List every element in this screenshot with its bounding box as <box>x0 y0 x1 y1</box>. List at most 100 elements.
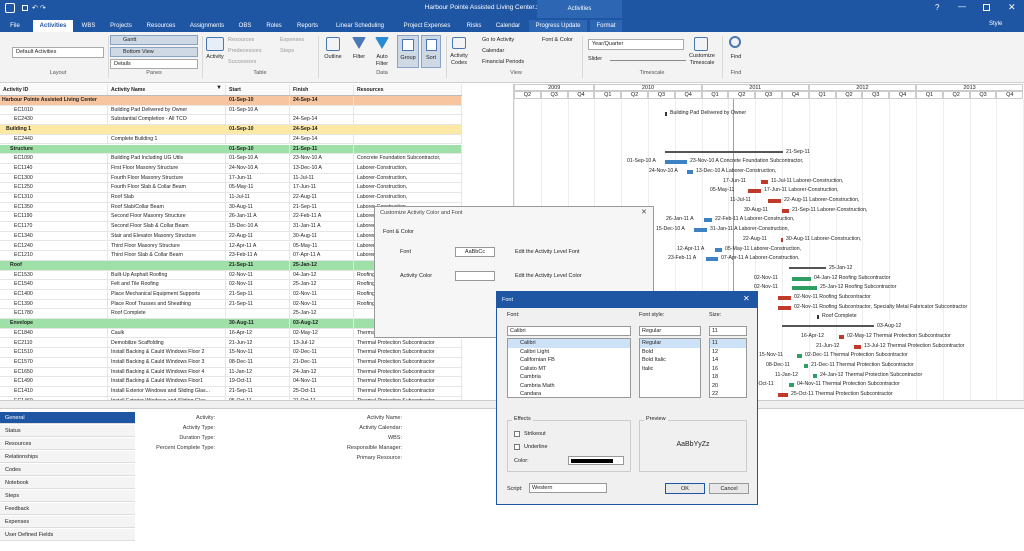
undo-icon[interactable]: ↶ <box>32 4 38 12</box>
bottom-nav-steps[interactable]: Steps <box>0 490 135 502</box>
customize-timescale-button[interactable]: Customize Timescale <box>688 53 716 67</box>
expenses-button[interactable]: Expenses <box>280 37 304 43</box>
style-menu[interactable]: Style <box>989 21 1002 27</box>
auto-filter-button[interactable]: Auto Filter <box>370 54 394 68</box>
menu-tab[interactable]: Assignments <box>184 20 230 32</box>
activity-codes-button[interactable]: Activity Codes <box>448 53 470 67</box>
layout-select[interactable]: Default Activities <box>12 47 104 58</box>
menu-tab[interactable]: Reports <box>291 20 324 32</box>
strikeout-checkbox[interactable] <box>514 431 520 437</box>
resources-button[interactable]: Resources <box>228 37 254 43</box>
gantt-bar[interactable] <box>687 169 693 174</box>
gantt-bar[interactable] <box>778 393 788 397</box>
font-sample-button[interactable]: AaBbCc <box>455 247 495 257</box>
group-toggle[interactable]: Group <box>397 35 419 68</box>
gantt-bar[interactable] <box>706 257 718 262</box>
sort-arrow-icon[interactable]: ▼ <box>216 84 222 94</box>
activity-table-icon[interactable] <box>206 37 224 51</box>
steps-button[interactable]: Steps <box>280 48 294 54</box>
font-size-input[interactable]: 11 <box>709 326 747 336</box>
gantt-bar[interactable] <box>789 266 826 269</box>
size-option[interactable]: 14 <box>710 356 746 365</box>
bottom-nav-status[interactable]: Status <box>0 425 135 437</box>
details-select[interactable]: Details <box>110 59 198 69</box>
table-row[interactable]: EC1510 Install Backing & Cauld Windows Fl… <box>0 348 462 358</box>
timescale-slider[interactable] <box>610 60 686 61</box>
bottom-nav-feedback[interactable]: Feedback <box>0 503 135 515</box>
font-size-list[interactable]: 11 12 14 16 18 20 22 <box>709 338 747 398</box>
bottom-view-toggle[interactable]: Bottom View <box>110 47 198 57</box>
bottom-nav-user-defined-fields[interactable]: User Defined Fields <box>0 529 135 541</box>
activity-button[interactable]: Activity <box>202 54 228 60</box>
menu-tab[interactable]: Activities <box>33 20 73 32</box>
minimize-icon[interactable]: — <box>958 2 966 11</box>
table-row[interactable]: EC1650 Install Backing & Cauld Windows Fl… <box>0 367 462 378</box>
gantt-bar[interactable] <box>792 276 811 281</box>
gantt-bar[interactable] <box>694 228 707 233</box>
bottom-nav-general[interactable]: General <box>0 412 135 424</box>
save-icon[interactable] <box>22 5 28 11</box>
bottom-nav-relationships[interactable]: Relationships <box>0 451 135 463</box>
gantt-bar[interactable] <box>768 199 781 203</box>
redo-icon[interactable]: ↷ <box>40 4 46 12</box>
outline-button[interactable]: Outline <box>320 54 346 60</box>
find-button[interactable]: Find <box>724 54 748 60</box>
milestone[interactable] <box>817 315 819 320</box>
menu-tab[interactable]: WBS <box>76 20 101 32</box>
bottom-nav-resources[interactable]: Resources <box>0 438 135 450</box>
restore-icon[interactable] <box>983 4 990 11</box>
filter-button[interactable]: Filter <box>348 54 370 60</box>
gantt-bar[interactable] <box>797 354 802 359</box>
menu-tab[interactable]: Resources <box>141 20 181 32</box>
style-option[interactable]: Regular <box>640 339 700 348</box>
bottom-nav-expenses[interactable]: Expenses <box>0 516 135 528</box>
font-option[interactable]: Cambria Math <box>508 382 630 391</box>
font-option[interactable]: Calisto MT <box>508 365 630 374</box>
menu-tab[interactable]: Format <box>590 20 622 32</box>
font-option[interactable]: Calibri Light <box>508 348 630 357</box>
table-row[interactable]: EC1490 Install Backing & Cauld Windows Fl… <box>0 377 462 387</box>
customize-color-close-icon[interactable]: ✕ <box>641 208 647 216</box>
font-dialog-close-icon[interactable]: ✕ <box>743 294 750 303</box>
menu-tab[interactable]: OBS <box>233 20 257 32</box>
financial-periods-button[interactable]: Financial Periods <box>482 59 524 65</box>
table-row[interactable]: EC2440 Complete Building 1 24-Sep-14 <box>0 134 462 145</box>
help-icon[interactable]: ? <box>935 3 939 12</box>
go-to-activity-button[interactable]: Go to Activity <box>482 37 514 43</box>
wbs-row[interactable]: Structure 01-Sep-10 21-Sep-11 <box>0 144 462 155</box>
find-icon[interactable] <box>729 36 741 48</box>
gantt-bar[interactable] <box>715 247 722 252</box>
table-row[interactable]: EC1090 Building Pad Including UG Utils 01-… <box>0 154 462 164</box>
close-icon[interactable]: ✕ <box>1008 2 1016 13</box>
gantt-bar[interactable] <box>804 363 808 368</box>
bottom-nav-codes[interactable]: Codes <box>0 464 135 476</box>
wbs-row[interactable]: Building 1 01-Sep-10 24-Sep-14 <box>0 125 462 135</box>
table-row[interactable]: EC2110 Demobilize Scaffolding 21-Jun-12 13-… <box>0 338 462 349</box>
color-select[interactable] <box>568 456 624 465</box>
outline-icon[interactable] <box>326 37 340 51</box>
successors-button[interactable]: Successors <box>228 59 256 65</box>
table-row[interactable]: EC1410 Install Exterior Windows and Slidi… <box>0 387 462 397</box>
sort-toggle[interactable]: Sort <box>421 35 441 68</box>
menu-tab[interactable]: Roles <box>260 20 288 32</box>
table-row[interactable]: EC1570 Install Backing & Cauld Windows Fl… <box>0 357 462 368</box>
font-option[interactable]: Cambria <box>508 373 630 382</box>
size-option[interactable]: 22 <box>710 390 746 397</box>
font-name-input[interactable]: Calibri <box>507 326 631 336</box>
bottom-nav-notebook[interactable]: Notebook <box>0 477 135 489</box>
style-option[interactable]: Bold <box>640 348 700 357</box>
gantt-bar[interactable] <box>839 334 844 339</box>
gantt-bar[interactable] <box>792 286 817 291</box>
size-option[interactable]: 12 <box>710 348 746 357</box>
wbs-row[interactable]: Harbour Pointe Assisted Living Center 01-… <box>0 96 462 106</box>
font-style-input[interactable]: Regular <box>639 326 701 336</box>
activity-codes-icon[interactable] <box>452 37 466 49</box>
font-style-list[interactable]: Regular Bold Bold Italic Italic <box>639 338 701 398</box>
predecessors-button[interactable]: Predecessors <box>228 48 262 54</box>
style-option[interactable]: Bold Italic <box>640 356 700 365</box>
column-header[interactable]: Activity Name <box>108 84 226 95</box>
column-header[interactable]: Finish <box>290 84 354 95</box>
menu-tab[interactable]: Projects <box>104 20 138 32</box>
gantt-bar[interactable] <box>854 344 861 349</box>
calendar-button[interactable]: Calendar <box>482 48 504 54</box>
